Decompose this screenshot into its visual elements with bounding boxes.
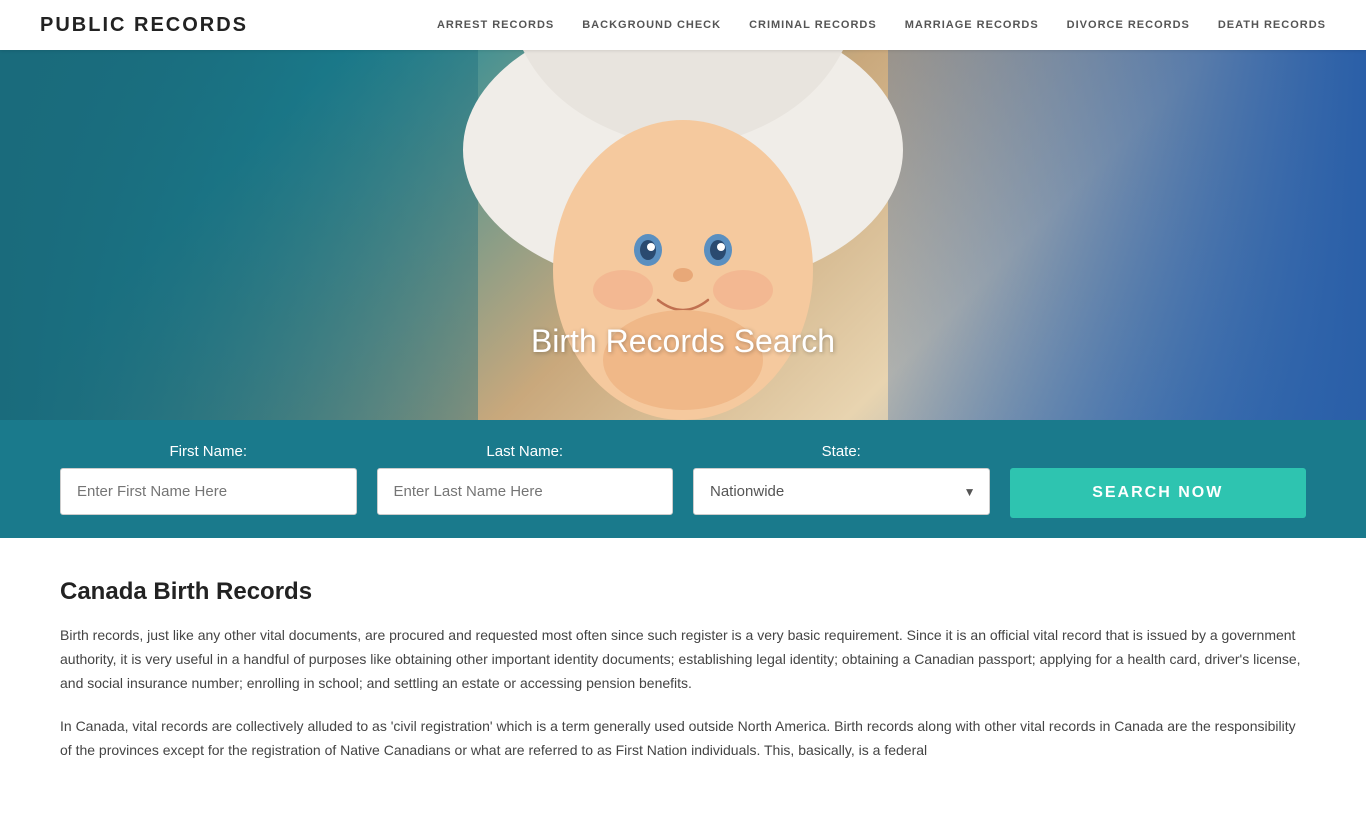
state-field: State: NationwideAlabamaAlaskaArizonaArk…	[693, 443, 990, 515]
first-name-field: First Name:	[60, 443, 357, 515]
last-name-label: Last Name:	[377, 443, 674, 460]
content-paragraph-1: Birth records, just like any other vital…	[60, 624, 1306, 695]
search-button-wrapper: SEARCH NOW	[1010, 440, 1307, 518]
site-logo[interactable]: PUBLIC RECORDS	[40, 14, 248, 37]
content-title: Canada Birth Records	[60, 578, 1306, 606]
main-content: Canada Birth Records Birth records, just…	[0, 538, 1366, 823]
hero-overlay-left	[0, 50, 478, 420]
hero-baby-image	[423, 50, 943, 420]
first-name-label: First Name:	[60, 443, 357, 460]
nav-item-background-check[interactable]: BACKGROUND CHECK	[582, 19, 721, 31]
nav-item-death-records[interactable]: DEATH RECORDS	[1218, 19, 1326, 31]
nav-item-divorce-records[interactable]: DIVORCE RECORDS	[1067, 19, 1190, 31]
state-select-wrapper: NationwideAlabamaAlaskaArizonaArkansasCa…	[693, 468, 990, 515]
last-name-input[interactable]	[377, 468, 674, 515]
state-label: State:	[693, 443, 990, 460]
hero-section: Birth Records Search	[0, 50, 1366, 420]
nav-item-arrest-records[interactable]: ARREST RECORDS	[437, 19, 554, 31]
site-header: PUBLIC RECORDS ARREST RECORDS BACKGROUND …	[0, 0, 1366, 50]
first-name-input[interactable]	[60, 468, 357, 515]
last-name-field: Last Name:	[377, 443, 674, 515]
nav-item-marriage-records[interactable]: MARRIAGE RECORDS	[905, 19, 1039, 31]
hero-title: Birth Records Search	[531, 323, 835, 360]
search-bar: First Name: Last Name: State: Nationwide…	[0, 420, 1366, 538]
nav-item-criminal-records[interactable]: CRIMINAL RECORDS	[749, 19, 877, 31]
main-nav: ARREST RECORDS BACKGROUND CHECK CRIMINAL R…	[437, 19, 1326, 31]
hero-overlay-right	[888, 50, 1366, 420]
search-now-button[interactable]: SEARCH NOW	[1010, 468, 1307, 518]
content-paragraph-2: In Canada, vital records are collectivel…	[60, 715, 1306, 763]
state-select[interactable]: NationwideAlabamaAlaskaArizonaArkansasCa…	[693, 468, 990, 515]
